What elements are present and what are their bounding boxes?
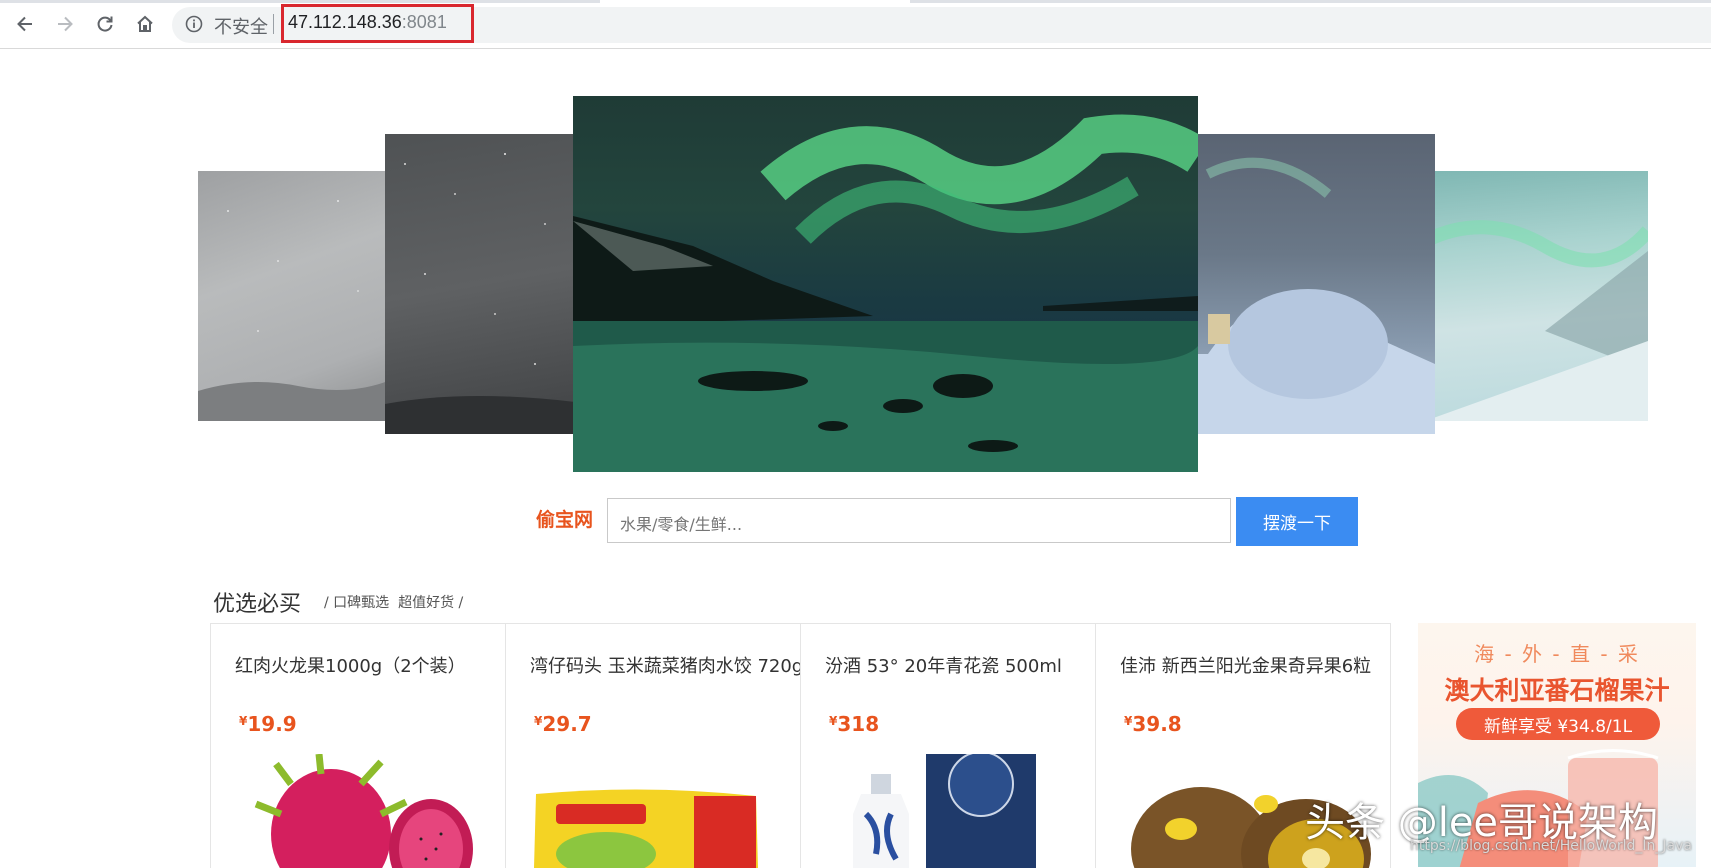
currency-symbol: ¥ [829,714,838,728]
product-name[interactable]: 汾酒 53° 20年青花瓷 500ml [825,652,1062,678]
forward-icon[interactable] [51,12,79,36]
dragon-fruit-image[interactable] [231,753,491,868]
product-grid: 红肉火龙果1000g（2个装） ¥19.9 湾仔码头 玉米蔬菜猪肉水饺 720g… [210,623,1391,868]
dumpling-pack-image[interactable] [526,754,786,868]
ad-price-pill: 新鲜享受 ¥34.8/1L [1456,708,1660,740]
product-card[interactable]: 汾酒 53° 20年青花瓷 500ml ¥318 [801,624,1096,868]
price-value: 39.8 [1132,712,1182,736]
product-price: ¥39.8 [1124,712,1182,736]
product-name[interactable]: 红肉火龙果1000g（2个装） [235,652,466,678]
separator [273,14,274,34]
reload-icon[interactable] [91,12,119,36]
ad-title: 澳大利亚番石榴果汁 [1444,676,1670,705]
home-icon[interactable] [131,12,159,36]
carousel-slide-aurora-lake[interactable] [573,96,1198,472]
carousel-slide-milky-way[interactable] [198,171,388,421]
price-value: 29.7 [542,712,592,736]
tab-strip [0,0,600,3]
url-highlight-box [281,4,474,43]
product-name[interactable]: 佳沛 新西兰阳光金果奇异果6粒 [1120,652,1371,678]
back-icon[interactable] [11,12,39,36]
section-subtitle: / 口碑甄选 超值好货 / [324,595,464,611]
browser-toolbar: 不安全 47.112.148.36:8081 [0,0,1711,49]
site-logo-text[interactable]: 偷宝网 [536,505,593,532]
price-value: 318 [837,712,880,736]
carousel-slide-aurora-valley[interactable] [1425,171,1648,421]
search-placeholder: 水果/零食/生鲜... [620,515,743,534]
carousel-slide-starry-sky[interactable] [385,134,575,434]
info-icon[interactable] [185,15,203,33]
search-input[interactable]: 水果/零食/生鲜... [607,498,1231,543]
tab-strip-right [910,0,1711,3]
price-value: 19.9 [247,712,297,736]
product-price: ¥19.9 [239,712,297,736]
section-title: 优选必买 [213,592,302,617]
carousel-slide-igloo[interactable] [1198,134,1435,434]
ad-headline: 海 - 外 - 直 - 采 [1474,642,1640,666]
product-card[interactable]: 红肉火龙果1000g（2个装） ¥19.9 [211,624,506,868]
currency-symbol: ¥ [239,714,248,728]
product-name[interactable]: 湾仔码头 玉米蔬菜猪肉水饺 720g [530,652,800,678]
search-button[interactable]: 摆渡一下 [1236,497,1358,546]
product-price: ¥29.7 [534,712,592,736]
fen-liquor-image[interactable] [821,724,1081,868]
currency-symbol: ¥ [1124,714,1133,728]
watermark-url: https://blog.csdn.net/HelloWorld_In_Java [1410,838,1692,854]
security-label: 不安全 [214,17,268,38]
product-card[interactable]: 湾仔码头 玉米蔬菜猪肉水饺 720g ¥29.7 [506,624,801,868]
product-price: ¥318 [829,712,879,736]
currency-symbol: ¥ [534,714,543,728]
